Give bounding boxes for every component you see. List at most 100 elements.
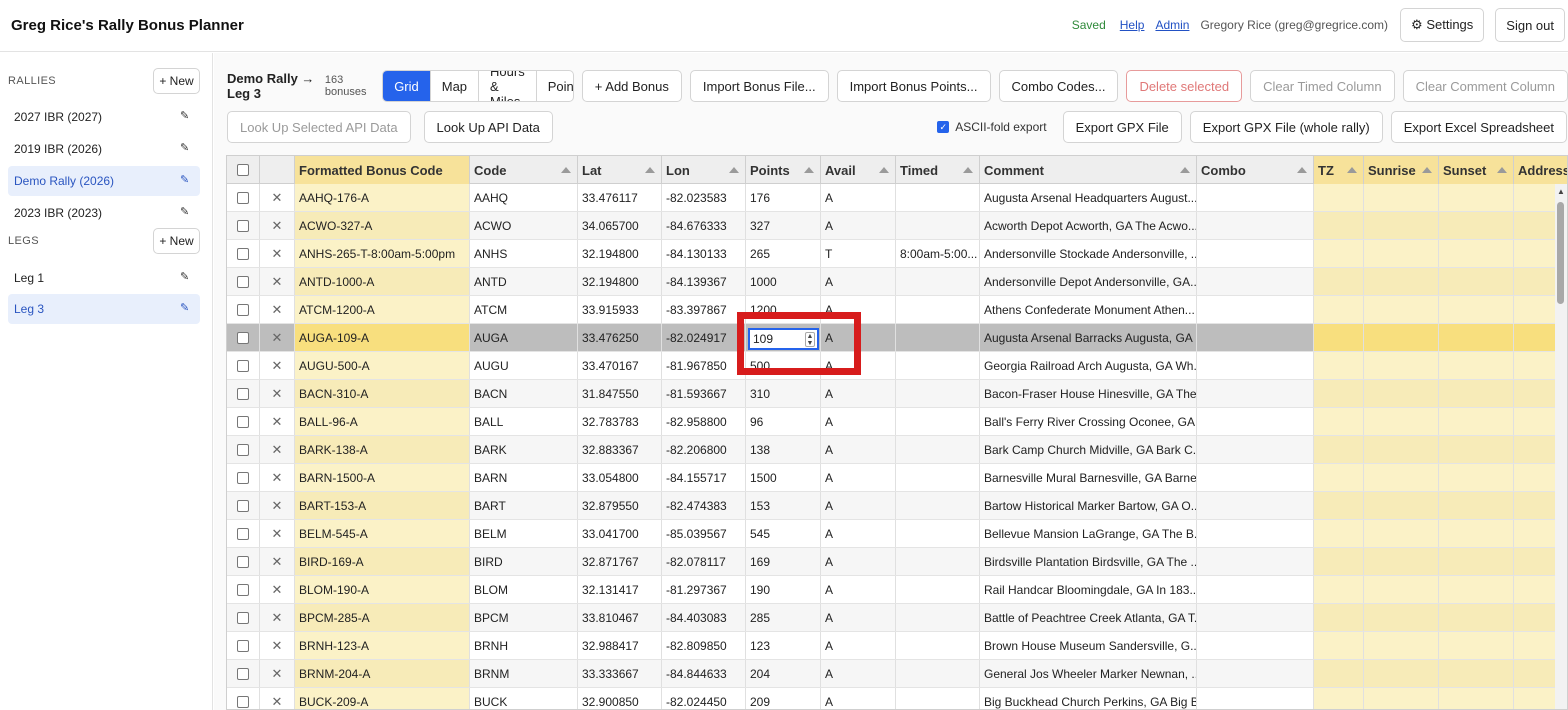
cell-comment[interactable]: Barnesville Mural Barnesville, GA Barne.… <box>980 464 1197 491</box>
cell-tz[interactable] <box>1314 212 1364 239</box>
header-comment[interactable]: Comment <box>980 156 1197 184</box>
cell-timed[interactable] <box>896 464 980 491</box>
cell-tz[interactable] <box>1314 352 1364 379</box>
cell-sunset[interactable] <box>1439 268 1514 295</box>
cell-avail[interactable]: A <box>821 604 896 631</box>
cell-avail[interactable]: A <box>821 212 896 239</box>
cell-fmt[interactable]: BARK-138-A <box>295 436 470 463</box>
cell-fmt[interactable]: ANHS-265-T-8:00am-5:00pm <box>295 240 470 267</box>
cell-fmt[interactable]: AUGA-109-A <box>295 324 470 351</box>
cell-fmt[interactable]: BARN-1500-A <box>295 464 470 491</box>
cell-code[interactable]: BARN <box>470 464 578 491</box>
delete-row-icon[interactable]: ✕ <box>272 498 283 514</box>
cell-sunset[interactable] <box>1439 548 1514 575</box>
cell-sunrise[interactable] <box>1364 268 1439 295</box>
cell-timed[interactable] <box>896 436 980 463</box>
row-checkbox[interactable] <box>237 191 249 204</box>
cell-code[interactable]: AAHQ <box>470 184 578 211</box>
cell-sunset[interactable] <box>1439 436 1514 463</box>
cell-lon[interactable]: -84.155717 <box>662 464 746 491</box>
cell-combo[interactable] <box>1197 604 1314 631</box>
cell-fmt[interactable]: BRNM-204-A <box>295 660 470 687</box>
row-checkbox[interactable] <box>237 639 249 652</box>
cell-lat[interactable]: 33.470167 <box>578 352 662 379</box>
cell-sunset[interactable] <box>1439 240 1514 267</box>
table-row[interactable]: ✕ BACN-310-A BACN 31.847550 -81.593667 310 A Ba… <box>227 380 1567 408</box>
table-row[interactable]: ✕ BRNM-204-A BRNM 33.333667 -84.844633 204 A Ge… <box>227 660 1567 688</box>
cell-lon[interactable]: -84.139367 <box>662 268 746 295</box>
cell-avail[interactable]: A <box>821 520 896 547</box>
cell-sunrise[interactable] <box>1364 492 1439 519</box>
cell-timed[interactable] <box>896 604 980 631</box>
pencil-icon[interactable]: ✎ <box>180 110 192 122</box>
header-combo[interactable]: Combo <box>1197 156 1314 184</box>
header-code[interactable]: Code <box>470 156 578 184</box>
cell-code[interactable]: BRNM <box>470 660 578 687</box>
cell-timed[interactable]: 8:00am-5:00... <box>896 240 980 267</box>
cell-code[interactable]: ANHS <box>470 240 578 267</box>
tab-hours-miles[interactable]: Hours & Miles <box>479 71 537 101</box>
cell-lat[interactable]: 32.131417 <box>578 576 662 603</box>
delete-row-icon[interactable]: ✕ <box>272 386 283 402</box>
cell-timed[interactable] <box>896 324 980 351</box>
cell-lon[interactable]: -82.023583 <box>662 184 746 211</box>
delete-row-icon[interactable]: ✕ <box>272 666 283 682</box>
cell-combo[interactable] <box>1197 324 1314 351</box>
header-formatted-code[interactable]: Formatted Bonus Code <box>295 156 470 184</box>
cell-tz[interactable] <box>1314 464 1364 491</box>
cell-points[interactable]: 209 <box>746 688 821 709</box>
cell-code[interactable]: BELM <box>470 520 578 547</box>
cell-timed[interactable] <box>896 520 980 547</box>
import-bonus-file-button[interactable]: Import Bonus File... <box>689 70 829 102</box>
cell-avail[interactable]: A <box>821 688 896 709</box>
row-checkbox[interactable] <box>237 555 249 568</box>
row-checkbox[interactable] <box>237 331 249 344</box>
cell-comment[interactable]: Andersonville Stockade Andersonville, ..… <box>980 240 1197 267</box>
cell-timed[interactable] <box>896 184 980 211</box>
cell-tz[interactable] <box>1314 604 1364 631</box>
cell-fmt[interactable]: BACN-310-A <box>295 380 470 407</box>
row-checkbox[interactable] <box>237 499 249 512</box>
cell-timed[interactable] <box>896 576 980 603</box>
cell-sunset[interactable] <box>1439 520 1514 547</box>
cell-points[interactable]: 176 <box>746 184 821 211</box>
cell-tz[interactable] <box>1314 408 1364 435</box>
cell-avail[interactable]: A <box>821 576 896 603</box>
cell-lat[interactable]: 33.476250 <box>578 324 662 351</box>
cell-points[interactable]: 190 <box>746 576 821 603</box>
cell-comment[interactable]: Ball's Ferry River Crossing Oconee, GA .… <box>980 408 1197 435</box>
leg-item-active[interactable]: Leg 3 ✎ <box>8 294 200 324</box>
cell-points[interactable]: 123 <box>746 632 821 659</box>
lookup-selected-button[interactable]: Look Up Selected API Data <box>227 111 411 143</box>
header-address[interactable]: Address <box>1514 156 1567 184</box>
add-bonus-button[interactable]: + Add Bonus <box>581 70 682 102</box>
cell-combo[interactable] <box>1197 212 1314 239</box>
cell-combo[interactable] <box>1197 184 1314 211</box>
cell-comment[interactable]: General Jos Wheeler Marker Newnan, ... <box>980 660 1197 687</box>
tab-map[interactable]: Map <box>431 71 480 101</box>
cell-points[interactable]: 169 <box>746 548 821 575</box>
cell-sunrise[interactable] <box>1364 212 1439 239</box>
help-link[interactable]: Help <box>1120 18 1145 32</box>
cell-code[interactable]: BLOM <box>470 576 578 603</box>
leg-item[interactable]: Leg 1 ✎ <box>8 263 200 293</box>
header-sunrise[interactable]: Sunrise <box>1364 156 1439 184</box>
delete-row-icon[interactable]: ✕ <box>272 274 283 290</box>
cell-fmt[interactable]: ATCM-1200-A <box>295 296 470 323</box>
cell-comment[interactable]: Andersonville Depot Andersonville, GA... <box>980 268 1197 295</box>
row-checkbox[interactable] <box>237 303 249 316</box>
cell-combo[interactable] <box>1197 464 1314 491</box>
sort-icon[interactable] <box>963 167 973 173</box>
cell-sunrise[interactable] <box>1364 520 1439 547</box>
sort-icon[interactable] <box>1347 167 1357 173</box>
row-checkbox[interactable] <box>237 611 249 624</box>
cell-lon[interactable]: -84.844633 <box>662 660 746 687</box>
cell-combo[interactable] <box>1197 268 1314 295</box>
cell-code[interactable]: BUCK <box>470 688 578 709</box>
delete-row-icon[interactable]: ✕ <box>272 582 283 598</box>
pencil-icon[interactable]: ✎ <box>180 271 192 283</box>
settings-button[interactable]: ⚙ Settings <box>1400 8 1485 42</box>
pencil-icon[interactable]: ✎ <box>180 206 192 218</box>
cell-sunset[interactable] <box>1439 492 1514 519</box>
cell-comment[interactable]: Bellevue Mansion LaGrange, GA The B... <box>980 520 1197 547</box>
